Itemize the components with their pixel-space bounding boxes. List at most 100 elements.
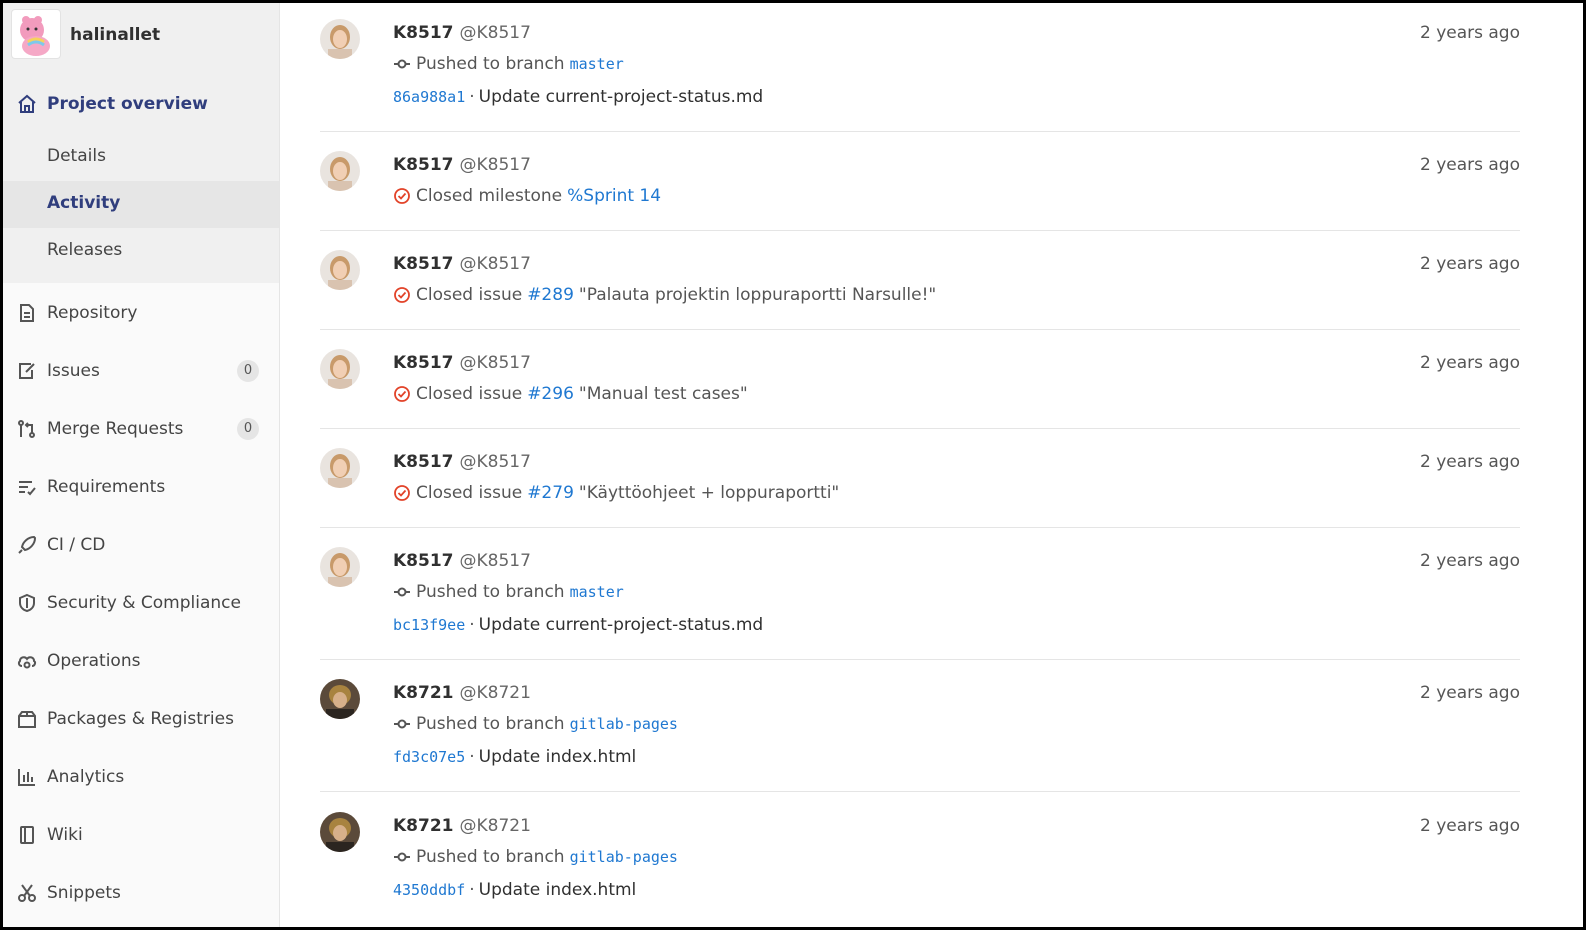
event-row: K8517 @K8517 2 years ago Closed milestone… (320, 135, 1520, 231)
event-time: 2 years ago (1419, 683, 1520, 703)
rocket-icon (18, 535, 37, 554)
author-handle[interactable]: @K8517 (460, 155, 531, 175)
avatar[interactable] (320, 679, 360, 719)
event-time: 2 years ago (1419, 155, 1520, 175)
branch-link[interactable]: master (570, 55, 624, 73)
avatar[interactable] (320, 812, 360, 852)
author-handle[interactable]: @K8517 (460, 23, 531, 43)
author-name[interactable]: K8721 (393, 683, 454, 703)
avatar[interactable] (320, 19, 360, 59)
sidebar-item-label: Project overview (47, 94, 208, 114)
branch-link[interactable]: master (570, 583, 624, 601)
sidebar-item-label: Wiki (47, 825, 83, 845)
event-action: Pushed to branch (416, 847, 565, 867)
issue-title: "Manual test cases" (578, 384, 748, 404)
author-handle[interactable]: @K8721 (460, 816, 531, 836)
branch-link[interactable]: gitlab-pages (570, 848, 678, 866)
sidebar-subitem-releases[interactable]: Releases (3, 228, 279, 275)
sidebar-item-requirements[interactable]: Requirements (3, 463, 279, 511)
author-handle[interactable]: @K8517 (460, 551, 531, 571)
issue-link[interactable]: #279 (527, 483, 574, 503)
author-handle[interactable]: @K8517 (460, 452, 531, 472)
sidebar-item-ci-cd[interactable]: CI / CD (3, 521, 279, 569)
closed-check-icon (394, 386, 410, 402)
event-action: Pushed to branch (416, 714, 565, 734)
sidebar-item-label: Operations (47, 651, 141, 671)
sidebar-subitem-label: Activity (47, 193, 121, 213)
author-name[interactable]: K8517 (393, 254, 454, 274)
sidebar-item-issues[interactable]: Issues 0 (3, 347, 279, 395)
sidebar-item-project-overview[interactable]: Project overview (3, 80, 279, 128)
closed-check-icon (394, 188, 410, 204)
sidebar-item-packages[interactable]: Packages & Registries (3, 695, 279, 743)
project-overview-group: Project overview Details Activity Releas… (3, 71, 279, 283)
sidebar-subitem-activity[interactable]: Activity (3, 181, 279, 228)
sidebar-item-label: CI / CD (47, 535, 106, 555)
author-name[interactable]: K8517 (393, 353, 454, 373)
milestone-link[interactable]: %Sprint 14 (567, 186, 661, 206)
sidebar-item-operations[interactable]: Operations (3, 637, 279, 685)
event-row: K8721 @K8721 2 years ago Pushed to branch… (320, 796, 1520, 924)
event-action: Pushed to branch (416, 582, 565, 602)
avatar[interactable] (320, 448, 360, 488)
commit-message: Update current-project-status.md (478, 87, 764, 107)
commit-message: Update index.html (478, 880, 637, 900)
sidebar-item-analytics[interactable]: Analytics (3, 753, 279, 801)
event-row: K8517 @K8517 2 years ago Closed issue #27… (320, 432, 1520, 528)
event-action: Pushed to branch (416, 54, 565, 74)
commit-message: Update current-project-status.md (478, 615, 764, 635)
commit-sha-link[interactable]: 86a988a1 (393, 88, 465, 106)
event-action: Closed issue (416, 483, 523, 503)
avatar[interactable] (320, 250, 360, 290)
sidebar-item-repository[interactable]: Repository (3, 289, 279, 337)
issue-link[interactable]: #289 (527, 285, 574, 305)
avatar[interactable] (320, 547, 360, 587)
issue-title: "Palauta projektin loppuraportti Narsull… (578, 285, 937, 305)
sidebar-item-label: Security & Compliance (47, 593, 241, 613)
sidebar-item-wiki[interactable]: Wiki (3, 811, 279, 859)
author-name[interactable]: K8517 (393, 155, 454, 175)
sidebar-item-label: Requirements (47, 477, 166, 497)
scissors-icon (18, 884, 36, 902)
commit-icon (394, 587, 410, 597)
commit-sha-link[interactable]: fd3c07e5 (393, 748, 465, 766)
closed-check-icon (394, 485, 410, 501)
event-row: K8517 @K8517 2 years ago Pushed to branch… (320, 531, 1520, 660)
issues-count-badge: 0 (237, 360, 259, 382)
branch-link[interactable]: gitlab-pages (570, 715, 678, 733)
sidebar-item-label: Packages & Registries (47, 709, 234, 729)
commit-icon (394, 719, 410, 729)
project-avatar[interactable] (11, 9, 61, 59)
sidebar-subitem-label: Details (47, 146, 106, 166)
author-name[interactable]: K8517 (393, 23, 454, 43)
author-name[interactable]: K8517 (393, 551, 454, 571)
book-icon (20, 826, 34, 844)
author-name[interactable]: K8721 (393, 816, 454, 836)
event-row: K8517 @K8517 2 years ago Pushed to branch… (320, 3, 1520, 132)
home-icon (18, 94, 36, 113)
commit-sha-link[interactable]: 4350ddbf (393, 881, 465, 899)
avatar[interactable] (320, 349, 360, 389)
sidebar-item-security[interactable]: Security & Compliance (3, 579, 279, 627)
event-time: 2 years ago (1419, 816, 1520, 836)
issue-title: "Käyttöohjeet + loppuraportti" (578, 483, 840, 503)
closed-check-icon (394, 287, 410, 303)
event-row: K8721 @K8721 2 years ago Pushed to branch… (320, 663, 1520, 792)
author-name[interactable]: K8517 (393, 452, 454, 472)
author-handle[interactable]: @K8517 (460, 254, 531, 274)
author-handle[interactable]: @K8721 (460, 683, 531, 703)
event-time: 2 years ago (1419, 23, 1520, 43)
sidebar-item-label: Issues (47, 361, 100, 381)
project-name[interactable]: halinallet (70, 25, 160, 45)
author-handle[interactable]: @K8517 (460, 353, 531, 373)
issue-link[interactable]: #296 (527, 384, 574, 404)
cloud-gear-icon (17, 656, 37, 669)
avatar[interactable] (320, 151, 360, 191)
project-header[interactable]: halinallet (3, 3, 279, 71)
shield-icon (19, 593, 35, 613)
sidebar-item-merge-requests[interactable]: Merge Requests 0 (3, 405, 279, 453)
sidebar-subitem-details[interactable]: Details (3, 134, 279, 181)
commit-sha-link[interactable]: bc13f9ee (393, 616, 465, 634)
sidebar-item-snippets[interactable]: Snippets (3, 869, 279, 917)
sidebar-item-label: Merge Requests (47, 419, 184, 439)
